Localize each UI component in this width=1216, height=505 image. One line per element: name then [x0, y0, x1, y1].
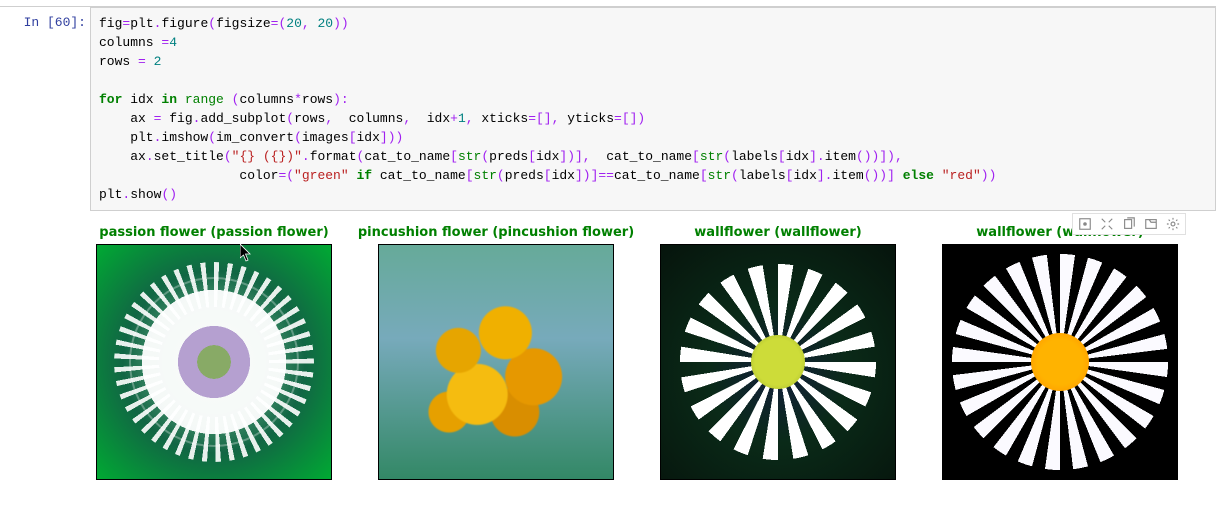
copy-icon[interactable] — [1121, 216, 1137, 232]
flower-image — [97, 245, 331, 479]
subplot-title: pincushion flower (pincushion flower) — [358, 225, 634, 240]
output-toolbar — [1072, 213, 1186, 235]
input-prompt: In [60]: — [0, 7, 90, 211]
home-icon[interactable] — [1077, 216, 1093, 232]
subplot-title: wallflower (wallflower) — [694, 225, 861, 240]
gear-icon[interactable] — [1165, 216, 1181, 232]
expand-icon[interactable] — [1099, 216, 1115, 232]
subplot-image — [942, 244, 1178, 480]
subplot-image — [378, 244, 614, 480]
plot-output: passion flower (passion flower) pincushio… — [90, 221, 1216, 484]
flower-image — [943, 245, 1177, 479]
subplot-image — [660, 244, 896, 480]
flower-image — [661, 245, 895, 479]
subplot: passion flower (passion flower) — [96, 225, 332, 480]
flower-image — [379, 245, 613, 479]
subplot-title: passion flower (passion flower) — [99, 225, 328, 240]
subplot: wallflower (wallflower) — [942, 225, 1178, 480]
code-cell: In [60]: fig=plt.figure(figsize=(20, 20)… — [0, 6, 1216, 211]
subplot-image — [96, 244, 332, 480]
code-input[interactable]: fig=plt.figure(figsize=(20, 20)) columns… — [90, 7, 1216, 211]
open-icon[interactable] — [1143, 216, 1159, 232]
subplot: pincushion flower (pincushion flower) — [378, 225, 614, 480]
subplot: wallflower (wallflower) — [660, 225, 896, 480]
